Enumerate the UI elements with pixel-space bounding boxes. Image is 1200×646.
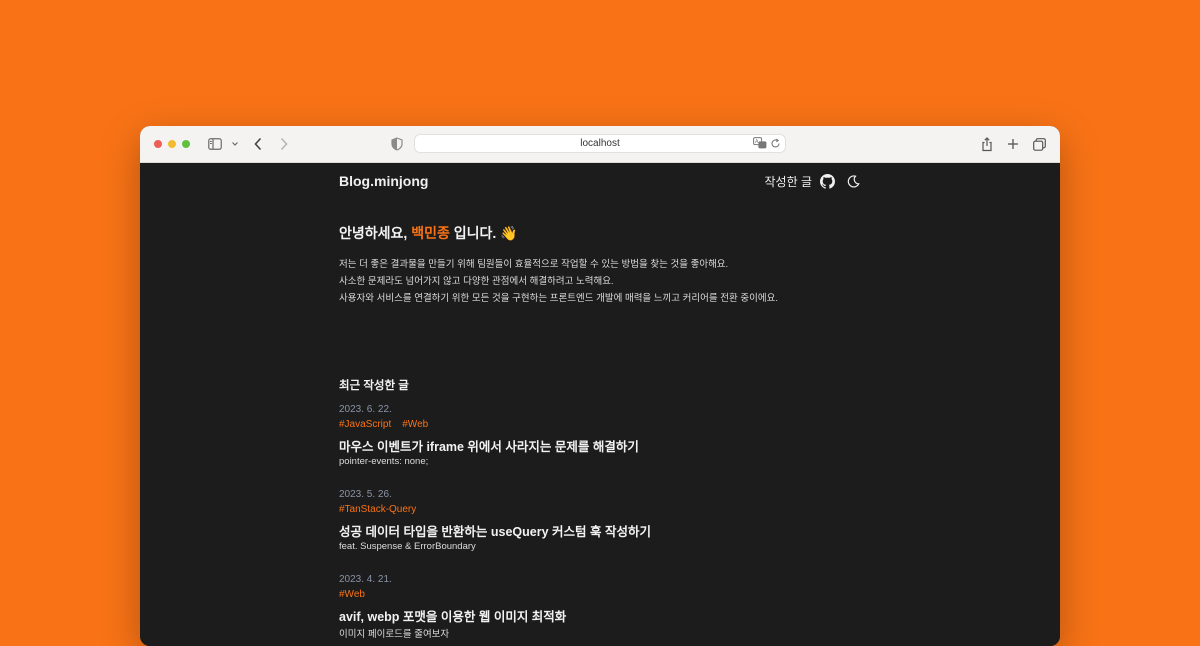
nav-posts-link[interactable]: 작성한 글: [765, 173, 813, 190]
browser-window: localhost A Blog.minjong 작성한 글 안녕하세요, 백민…: [140, 126, 1060, 646]
post-item[interactable]: 2023. 6. 22. #JavaScript #Web 마우스 이벤트가 i…: [339, 404, 639, 467]
post-item[interactable]: 2023. 5. 26. #TanStack-Query 성공 데이터 타입을 …: [339, 489, 651, 552]
post-description: 이미지 페이로드를 줄여보자: [339, 629, 450, 640]
translate-icon[interactable]: A: [753, 137, 767, 149]
close-window-button[interactable]: [154, 140, 162, 148]
reload-icon[interactable]: [770, 138, 781, 149]
svg-text:A: A: [755, 139, 759, 145]
post-item[interactable]: 2023. 4. 21. #Web avif, webp 포맷을 이용한 웹 이…: [339, 574, 566, 640]
post-tag[interactable]: #Web: [402, 419, 428, 435]
post-tag[interactable]: #TanStack-Query: [339, 504, 416, 520]
browser-toolbar: localhost A: [140, 126, 1060, 163]
address-bar[interactable]: localhost A: [414, 134, 786, 153]
post-tags: #JavaScript #Web: [339, 419, 639, 435]
recent-posts-heading: 최근 작성한 글: [339, 380, 409, 392]
post-description: pointer-events: none;: [339, 456, 429, 467]
intro-line: 사용자와 서비스를 연결하기 위한 모든 것을 구현하는 프론트엔드 개발에 매…: [339, 293, 778, 304]
post-date: 2023. 6. 22.: [339, 404, 392, 415]
new-tab-icon[interactable]: [1007, 136, 1019, 152]
url-text: localhost: [580, 138, 620, 149]
back-icon[interactable]: [253, 136, 263, 152]
forward-icon[interactable]: [279, 136, 289, 152]
header-nav: 작성한 글: [765, 173, 861, 190]
post-description: feat. Suspense & ErrorBoundary: [339, 541, 476, 552]
post-title[interactable]: 성공 데이터 타입을 반환하는 useQuery 커스텀 훅 작성하기: [339, 521, 651, 540]
intro-paragraph: 저는 더 좋은 결과물을 만들기 위해 팀원들이 효율적으로 작업할 수 있는 …: [339, 256, 778, 307]
post-date: 2023. 4. 21.: [339, 574, 392, 585]
post-tag[interactable]: #Web: [339, 589, 365, 605]
greeting-heading: 안녕하세요, 백민종 입니다. 👋: [339, 223, 518, 243]
greeting-prefix: 안녕하세요,: [339, 225, 412, 241]
sidebar-toggle-icon[interactable]: [208, 136, 222, 152]
zoom-window-button[interactable]: [182, 140, 190, 148]
intro-line: 저는 더 좋은 결과물을 만들기 위해 팀원들이 효율적으로 작업할 수 있는 …: [339, 259, 729, 270]
tabs-overview-icon[interactable]: [1033, 136, 1046, 152]
author-name: 백민종: [411, 225, 450, 241]
chevron-down-icon[interactable]: [231, 136, 239, 152]
site-title-link[interactable]: Blog.minjong: [339, 173, 428, 189]
intro-line: 사소한 문제라도 넘어가지 않고 다양한 관점에서 해결하려고 노력해요.: [339, 276, 614, 287]
post-tags: #TanStack-Query: [339, 504, 651, 520]
shield-icon[interactable]: [391, 136, 403, 152]
page-content: Blog.minjong 작성한 글 안녕하세요, 백민종 입니다. 👋 저는 …: [140, 163, 1060, 646]
post-tags: #Web: [339, 589, 566, 605]
post-tag[interactable]: #JavaScript: [339, 419, 391, 435]
post-title[interactable]: avif, webp 포맷을 이용한 웹 이미지 최적화: [339, 606, 566, 625]
share-icon[interactable]: [981, 136, 993, 152]
moon-icon[interactable]: [847, 175, 860, 188]
post-title[interactable]: 마우스 이벤트가 iframe 위에서 사라지는 문제를 해결하기: [339, 436, 639, 455]
minimize-window-button[interactable]: [168, 140, 176, 148]
post-date: 2023. 5. 26.: [339, 489, 392, 500]
github-icon[interactable]: [820, 174, 835, 189]
greeting-suffix: 입니다. 👋: [449, 225, 518, 241]
